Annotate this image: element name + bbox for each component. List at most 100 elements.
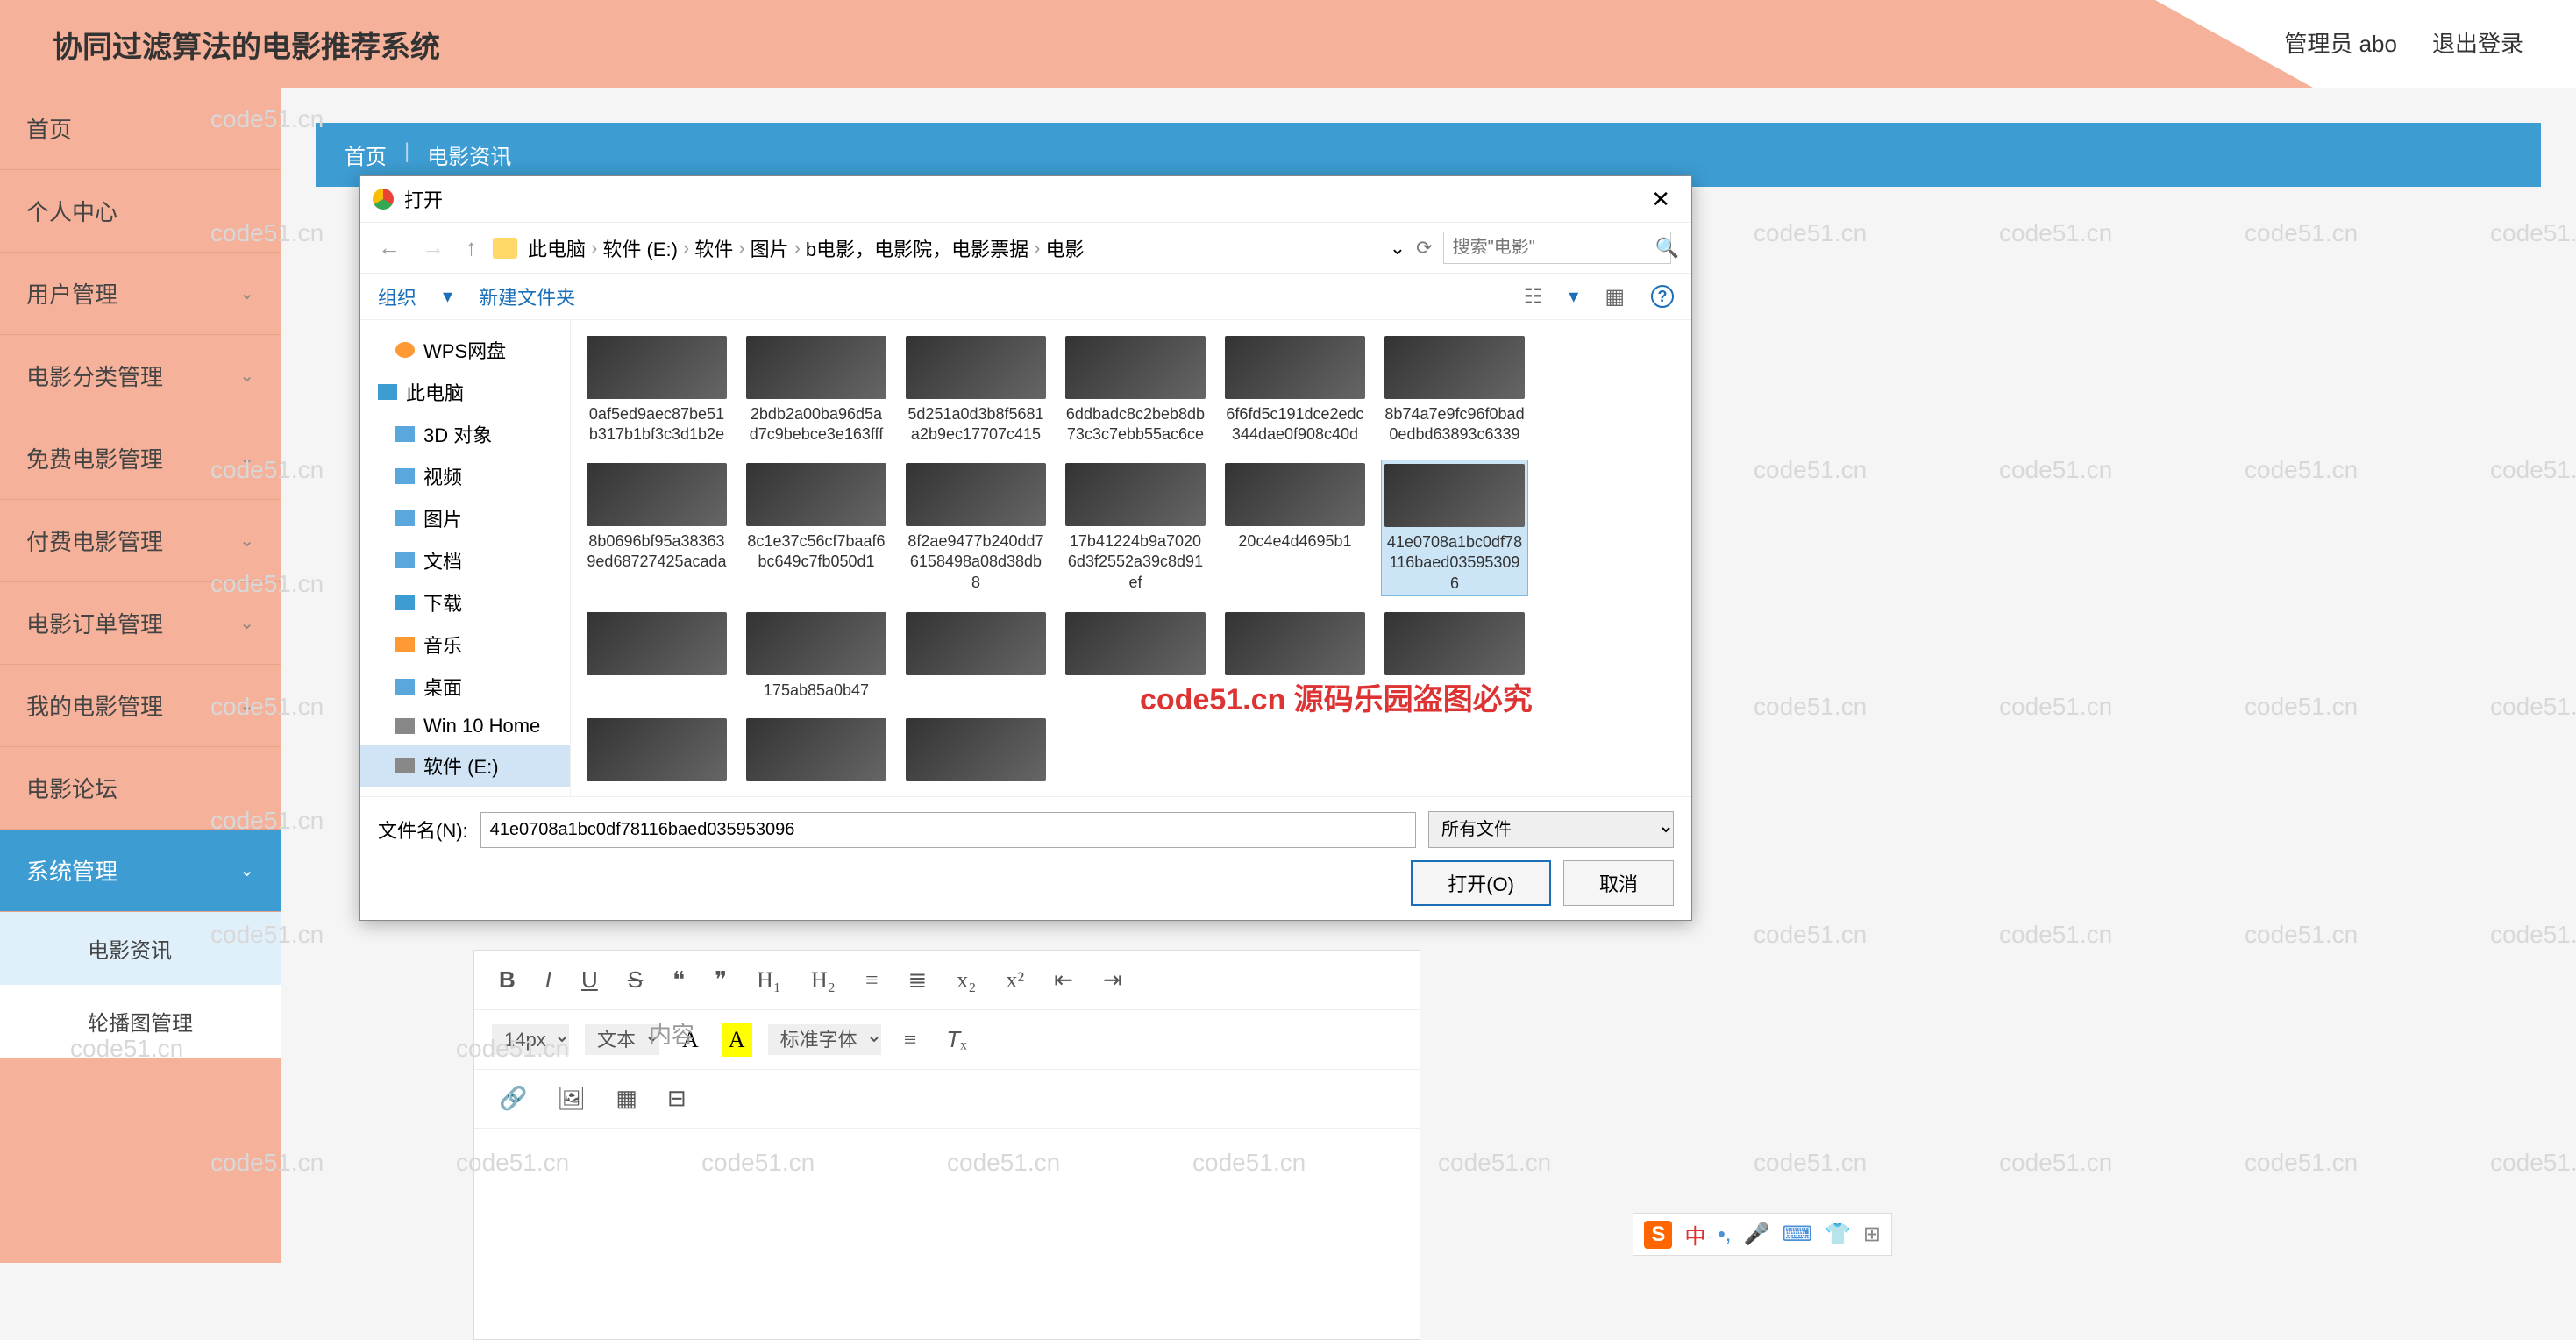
logout-link[interactable]: 退出登录 [2432, 26, 2523, 59]
ime-punct-icon[interactable]: •, [1718, 1222, 1731, 1247]
preview-icon[interactable]: ▦ [1605, 284, 1625, 310]
sub-button[interactable]: x₂ [950, 964, 983, 997]
underline-button[interactable]: U [574, 963, 605, 997]
fontsize-select[interactable]: 14px [492, 1024, 569, 1055]
close-icon[interactable]: ✕ [1642, 186, 1679, 213]
tree-3d[interactable]: 3D 对象 [360, 413, 570, 455]
folder-tree: WPS网盘 此电脑 3D 对象 视频 图片 文档 下载 音乐 桌面 Win 10… [360, 320, 571, 796]
tree-docs[interactable]: 文档 [360, 539, 570, 581]
file-item[interactable]: 8f2ae9477b240dd76158498a08d38db8 [902, 460, 1050, 596]
file-item[interactable]: 8b74a7e9fc96f0bad0edbd63893c6339 [1381, 332, 1528, 447]
ul-button[interactable]: ≣ [901, 964, 935, 997]
italic-button[interactable]: I [538, 963, 559, 997]
newfolder-button[interactable]: 新建文件夹 [479, 282, 575, 310]
tree-pc[interactable]: 此电脑 [360, 371, 570, 413]
tree-drive-e[interactable]: 软件 (E:) [360, 745, 570, 787]
tree-drive-f[interactable]: 文档 (F:) [360, 787, 570, 796]
file-item[interactable] [583, 609, 730, 702]
h1-button[interactable]: H₁ [750, 964, 788, 997]
file-item[interactable]: 2bdb2a00ba96d5ad7c9bebce3e163fff [743, 332, 890, 447]
file-item[interactable]: 0af5ed9aec87be51b317b1bf3c3d1b2e [583, 332, 730, 447]
tree-music[interactable]: 音乐 [360, 624, 570, 666]
file-item-selected[interactable]: 41e0708a1bc0df78116baed035953096 [1381, 460, 1528, 596]
sidebar-item-orders[interactable]: 电影订单管理⌄ [0, 582, 281, 665]
tab-home[interactable]: 首页 [345, 134, 387, 175]
file-item[interactable]: 175ab85a0b47 [743, 609, 890, 702]
path-dropdown-icon[interactable]: ⌄ [1390, 237, 1405, 260]
tree-win10[interactable]: Win 10 Home [360, 708, 570, 745]
cancel-button[interactable]: 取消 [1563, 860, 1674, 906]
file-item[interactable]: 20c4e4d4695b1 [1221, 460, 1369, 596]
file-item[interactable] [1221, 609, 1369, 702]
back-button[interactable]: ← [373, 234, 406, 261]
help-icon[interactable]: ? [1651, 285, 1674, 308]
search-input[interactable] [1443, 232, 1671, 264]
ime-keyboard-icon[interactable]: ⌨ [1782, 1222, 1812, 1247]
sidebar-item-profile[interactable]: 个人中心 [0, 170, 281, 253]
sidebar-item-mymovies[interactable]: 我的电影管理⌄ [0, 665, 281, 747]
ime-mic-icon[interactable]: 🎤 [1743, 1222, 1769, 1247]
tab-current[interactable]: 电影资讯 [427, 134, 511, 175]
file-item[interactable] [902, 715, 1050, 785]
h2-button[interactable]: H₂ [804, 964, 843, 997]
outdent-button[interactable]: ⇤ [1047, 964, 1080, 997]
view-icon[interactable]: ☷ [1524, 284, 1543, 310]
ime-skin-icon[interactable]: 👕 [1825, 1222, 1851, 1247]
up-button[interactable]: ↑ [460, 234, 482, 261]
sidebar-item-forum[interactable]: 电影论坛 [0, 747, 281, 830]
tree-pictures[interactable]: 图片 [360, 497, 570, 539]
quote2-button[interactable]: ❞ [708, 964, 734, 997]
file-item[interactable] [1062, 609, 1209, 702]
sidebar-item-home[interactable]: 首页 [0, 88, 281, 170]
video-button[interactable]: ▦ [608, 1082, 644, 1115]
indent-button[interactable]: ⇥ [1096, 964, 1129, 997]
sidebar-item-system[interactable]: 系统管理⌄ [0, 830, 281, 912]
file-item[interactable]: 17b41224b9a70206d3f2552a39c8d91ef [1062, 460, 1209, 596]
sidebar-item-paid[interactable]: 付费电影管理⌄ [0, 500, 281, 582]
sidebar-item-category[interactable]: 电影分类管理⌄ [0, 335, 281, 417]
sidebar-sub-carousel[interactable]: 轮播图管理 [0, 985, 281, 1058]
path-bar[interactable]: 此电脑› 软件 (E:)› 软件› 图片› b电影，电影院，电影票据› 电影 [528, 234, 1379, 262]
clear-button[interactable]: Tₓ [939, 1023, 973, 1057]
sup-button[interactable]: x² [999, 964, 1031, 997]
file-item[interactable] [583, 715, 730, 785]
ime-menu-icon[interactable]: ⊞ [1863, 1222, 1881, 1247]
editor-textarea[interactable] [474, 1129, 1420, 1339]
file-item[interactable] [902, 609, 1050, 702]
search-icon[interactable]: 🔍 [1655, 237, 1679, 260]
quote-button[interactable]: ❝ [665, 964, 692, 997]
forward-button[interactable]: → [416, 234, 450, 261]
file-item[interactable] [743, 715, 890, 785]
file-item[interactable]: 6ddbadc8c2beb8db73c3c7ebb55ac6ce [1062, 332, 1209, 447]
image-button[interactable]: 🖼 [550, 1082, 593, 1115]
sidebar-item-users[interactable]: 用户管理⌄ [0, 253, 281, 335]
sidebar-item-free[interactable]: 免费电影管理⌄ [0, 417, 281, 500]
open-button[interactable]: 打开(O) [1411, 860, 1551, 906]
file-item[interactable]: 8b0696bf95a383639ed68727425acada [583, 460, 730, 596]
strike-button[interactable]: S [621, 963, 650, 997]
tree-desktop[interactable]: 桌面 [360, 666, 570, 708]
link-button[interactable]: 🔗 [492, 1082, 534, 1115]
ime-toolbar[interactable]: S 中 •, 🎤 ⌨ 👕 ⊞ [1633, 1213, 1892, 1256]
align-button[interactable]: ≡ [897, 1023, 924, 1057]
bgcolor-button[interactable]: A [722, 1023, 752, 1057]
file-item[interactable]: 8c1e37c56cf7baaf6bc649c7fb050d1 [743, 460, 890, 596]
tree-video[interactable]: 视频 [360, 455, 570, 497]
ol-button[interactable]: ≡ [858, 964, 886, 997]
file-item[interactable]: 6f6fd5c191dce2edc344dae0f908c40d [1221, 332, 1369, 447]
tree-downloads[interactable]: 下载 [360, 581, 570, 624]
bold-button[interactable]: B [492, 963, 523, 997]
file-item[interactable] [1381, 609, 1528, 702]
fontfamily-select[interactable]: 标准字体 [768, 1024, 881, 1055]
file-grid: 0af5ed9aec87be51b317b1bf3c3d1b2e 2bdb2a0… [571, 320, 1691, 796]
file-item[interactable]: 5d251a0d3b8f5681a2b9ec17707c415 [902, 332, 1050, 447]
admin-label[interactable]: 管理员 abo [2284, 26, 2397, 59]
organize-button[interactable]: 组织 [378, 282, 416, 310]
refresh-icon[interactable]: ⟳ [1416, 237, 1432, 260]
sidebar-sub-news[interactable]: 电影资讯 [0, 912, 281, 985]
tree-wps[interactable]: WPS网盘 [360, 329, 570, 371]
ime-lang[interactable]: 中 [1684, 1219, 1705, 1250]
table-button[interactable]: ⊟ [660, 1082, 694, 1115]
filetype-select[interactable]: 所有文件 [1428, 811, 1674, 848]
filename-input[interactable] [480, 812, 1416, 848]
